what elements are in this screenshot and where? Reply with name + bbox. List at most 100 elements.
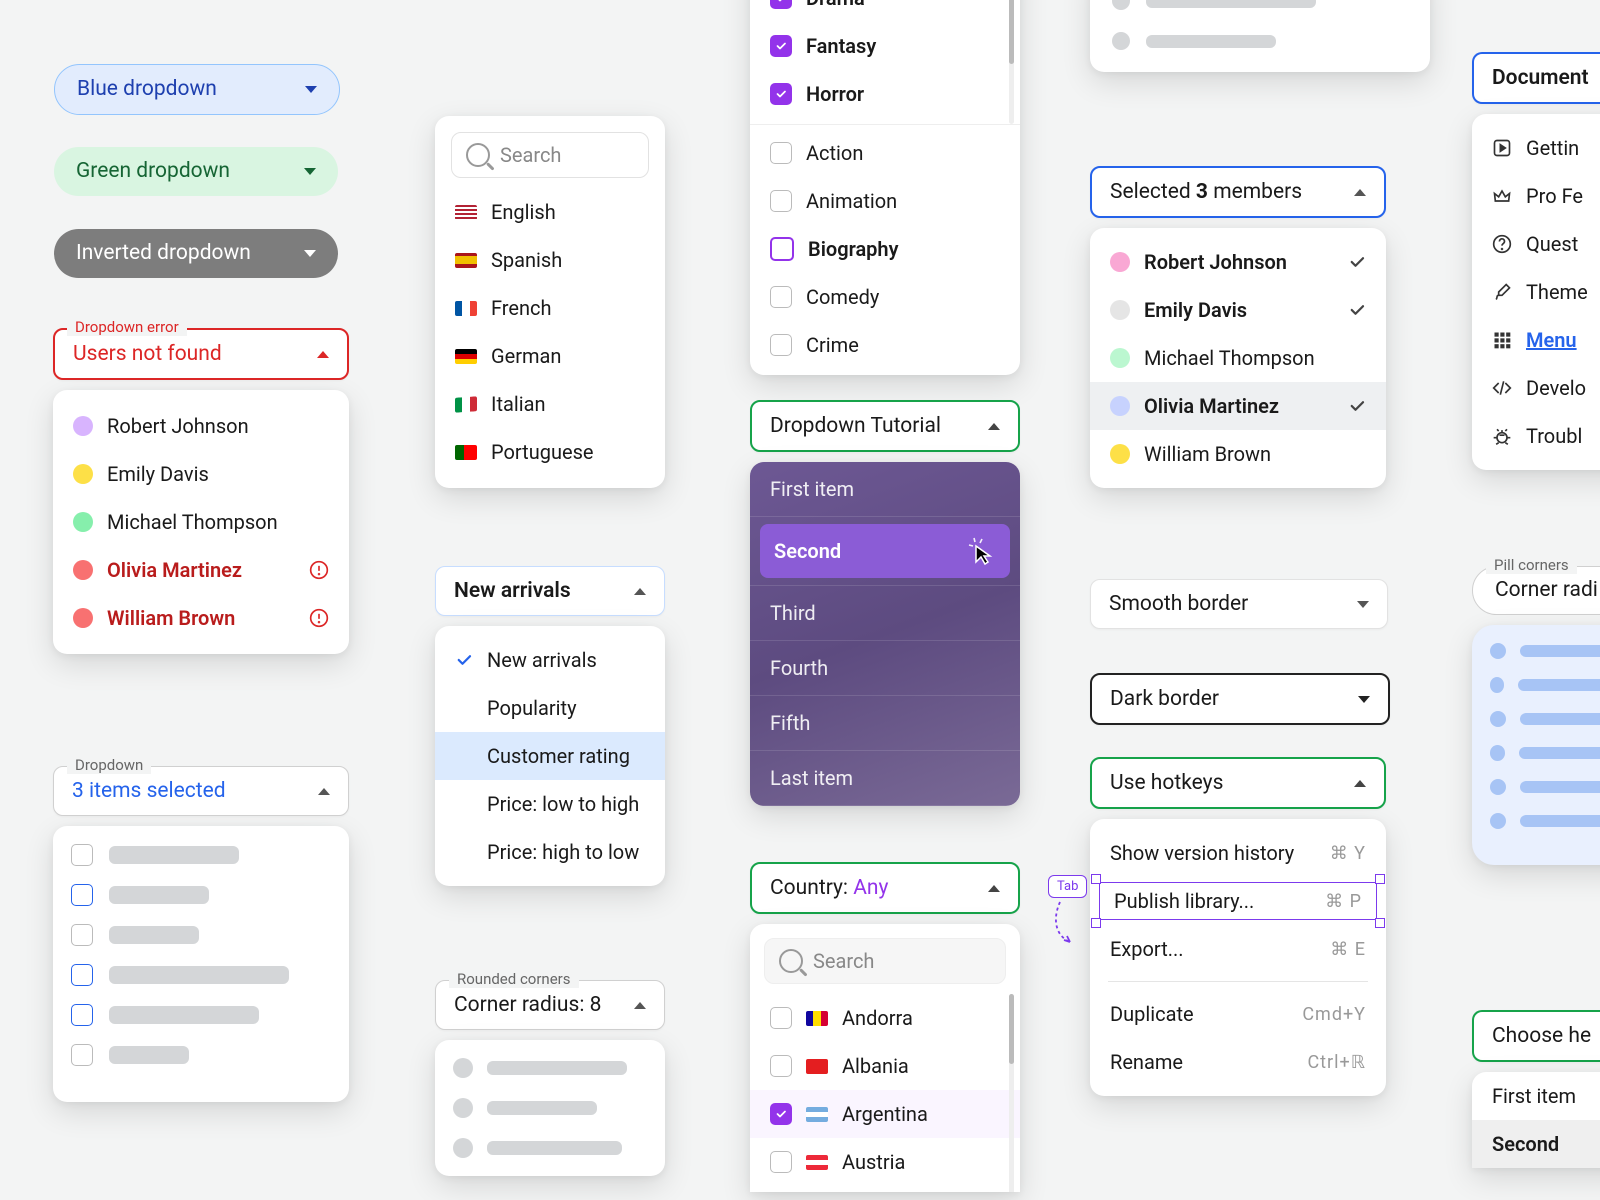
docs-item[interactable]: Develo [1472,364,1600,412]
sort-option[interactable]: New arrivals [435,636,665,684]
members-list: Robert Johnson Emily Davis Michael Thomp… [1090,228,1386,488]
checkbox[interactable] [770,190,792,212]
docs-item[interactable]: Troubl [1472,412,1600,460]
country-item[interactable]: Argentina [750,1090,1020,1138]
language-item[interactable]: French [435,284,665,332]
docs-item[interactable]: Menu [1472,316,1600,364]
tutorial-item[interactable]: First item [750,462,1020,517]
list-item[interactable]: Second [1472,1120,1600,1168]
checkbox[interactable] [71,964,93,986]
checkbox[interactable] [770,142,792,164]
language-name: German [491,344,561,368]
smooth-border-select[interactable]: Smooth border [1090,579,1388,629]
list-item[interactable]: First item [1472,1072,1600,1120]
checkbox[interactable] [71,924,93,946]
checkbox[interactable] [770,237,794,261]
search-input[interactable]: Search [451,132,649,178]
hotkey-item[interactable]: Duplicate Cmd+Y [1090,990,1386,1038]
sort-trigger[interactable]: New arrivals [435,566,665,616]
country-item[interactable]: Albania [750,1042,1020,1090]
sort-option[interactable]: Price: high to low [435,828,665,876]
language-item[interactable]: Portuguese [435,428,665,476]
user-item[interactable]: Michael Thompson [53,498,349,546]
user-item[interactable]: Robert Johnson [53,402,349,450]
tutorial-item[interactable]: Third [750,586,1020,641]
chevron-down-icon [1357,601,1369,608]
docs-item[interactable]: Theme [1472,268,1600,316]
language-item[interactable]: English [435,188,665,236]
tutorial-item[interactable]: Fifth [750,696,1020,751]
item-label: Fourth [770,656,828,680]
member-item[interactable]: Olivia Martinez [1090,382,1386,430]
choose-trigger[interactable]: Choose he [1472,1010,1600,1062]
inverted-dropdown-pill[interactable]: Inverted dropdown [54,229,338,278]
skeleton-bar [1520,781,1600,793]
sort-option[interactable]: Popularity [435,684,665,732]
country-search-input[interactable]: Search [764,938,1006,984]
docs-item[interactable]: Quest [1472,220,1600,268]
blue-dropdown-pill[interactable]: Blue dropdown [54,64,340,115]
checkbox[interactable] [71,1004,93,1026]
checkbox[interactable] [770,0,792,9]
language-item[interactable]: Spanish [435,236,665,284]
country-item[interactable]: Austria [750,1138,1020,1186]
checkbox[interactable] [770,1055,792,1077]
docs-item[interactable]: Pro Fe [1472,172,1600,220]
hotkeys-trigger[interactable]: Use hotkeys [1090,757,1386,809]
genre-item[interactable]: Animation [750,177,1020,225]
dark-border-select[interactable]: Dark border [1090,673,1390,725]
genre-item[interactable]: Horror [750,70,1020,118]
green-dropdown-pill[interactable]: Green dropdown [54,147,338,196]
tutorial-item[interactable]: Fourth [750,641,1020,696]
checkbox[interactable] [770,1151,792,1173]
country-name: Austria [842,1150,905,1174]
checkbox[interactable] [71,844,93,866]
checkbox[interactable] [770,83,792,105]
language-dropdown: Search English Spanish French German Ita… [435,116,665,488]
country-trigger[interactable]: Country: Any [750,862,1020,914]
checkbox[interactable] [770,1103,792,1125]
hotkey-item[interactable]: Rename Ctrl+ℝ [1090,1038,1386,1086]
flag-icon [806,1011,828,1026]
user-item[interactable]: William Brown [53,594,349,642]
member-item[interactable]: Emily Davis [1090,286,1386,334]
chevron-down-icon [1358,696,1370,703]
genre-item[interactable]: Comedy [750,273,1020,321]
hotkey-item[interactable]: Publish library... ⌘ P [1094,877,1382,925]
tutorial-item[interactable]: Last item [750,751,1020,806]
hotkey-item[interactable]: Show version history ⌘ Y [1090,829,1386,877]
genre-item[interactable]: Biography [750,225,1020,273]
genre-item[interactable]: Action [750,124,1020,177]
checkbox[interactable] [71,1044,93,1066]
checkbox[interactable] [770,286,792,308]
chevron-up-icon [634,1002,646,1009]
checkbox[interactable] [770,35,792,57]
genre-item[interactable]: Crime [750,321,1020,369]
checkbox[interactable] [770,1007,792,1029]
docs-item[interactable]: Gettin [1472,124,1600,172]
genre-item[interactable]: Drama [750,0,1020,22]
user-item[interactable]: Emily Davis [53,450,349,498]
country-item[interactable]: Andorra [750,994,1020,1042]
arrow-icon [1048,900,1078,948]
member-item[interactable]: Michael Thompson [1090,334,1386,382]
genre-item[interactable]: Fantasy [750,22,1020,70]
members-trigger[interactable]: Selected 3 members [1090,166,1386,218]
member-name: Michael Thompson [1144,346,1315,370]
user-item[interactable]: Olivia Martinez [53,546,349,594]
checkbox[interactable] [71,884,93,906]
documentation-trigger[interactable]: Document [1472,52,1600,104]
member-item[interactable]: William Brown [1090,430,1386,478]
hotkey-item[interactable]: Export... ⌘ E [1090,925,1386,973]
language-item[interactable]: Italian [435,380,665,428]
sort-option[interactable]: Customer rating [435,732,665,780]
option-label: Customer rating [487,744,630,768]
sort-option[interactable]: Price: low to high [435,780,665,828]
country-list: Search Andorra Albania Argentina Austria [750,924,1020,1192]
tutorial-item[interactable]: Second [750,517,1020,586]
user-name: Robert Johnson [107,414,249,438]
tutorial-trigger[interactable]: Dropdown Tutorial [750,400,1020,452]
checkbox[interactable] [770,334,792,356]
member-item[interactable]: Robert Johnson [1090,238,1386,286]
language-item[interactable]: German [435,332,665,380]
